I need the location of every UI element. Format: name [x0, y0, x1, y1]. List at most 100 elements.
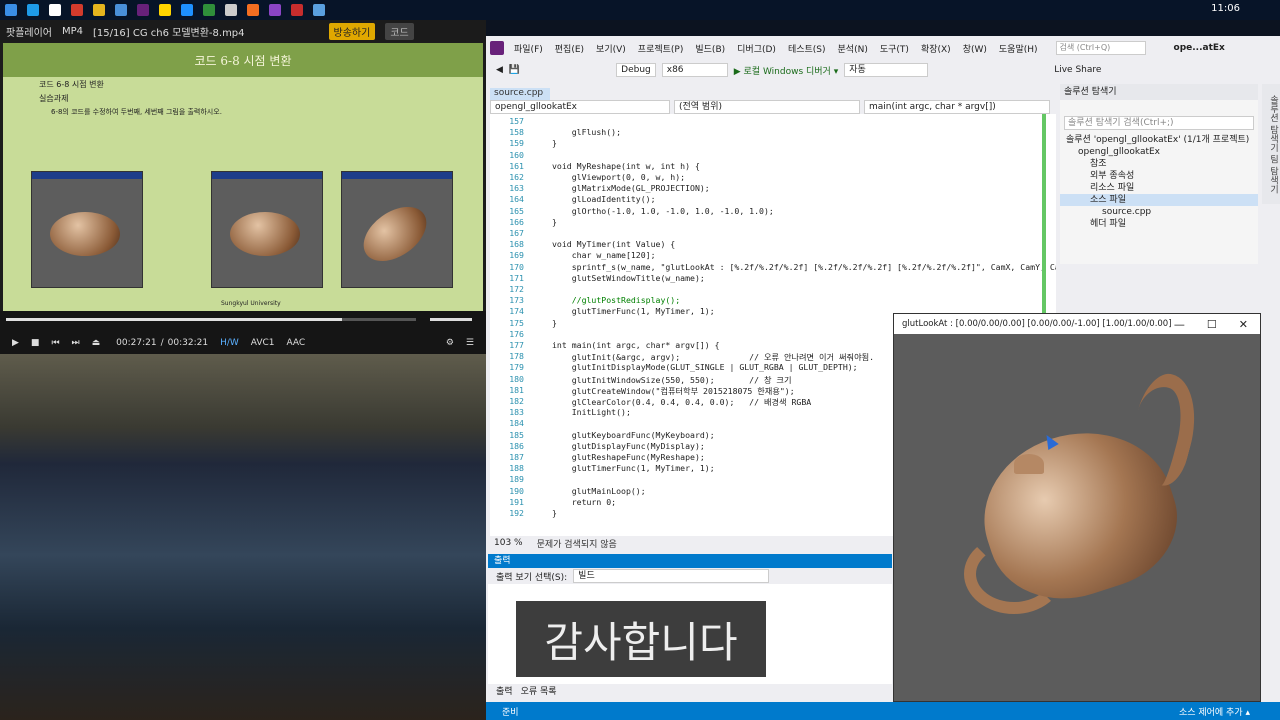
code-button[interactable]: 코드	[385, 22, 414, 40]
menu-edit[interactable]: 편집(E)	[555, 42, 584, 55]
menu-file[interactable]: 파일(F)	[514, 42, 543, 55]
menu-window[interactable]: 창(W)	[963, 42, 987, 55]
solution-tree-item[interactable]: 소스 파일	[1060, 194, 1258, 206]
app-icon[interactable]	[313, 4, 325, 16]
platform-dropdown[interactable]: x86	[661, 63, 728, 77]
solution-tree-item[interactable]: 솔루션 'opengl_gllookatEx' (1/1개 프로젝트)	[1060, 134, 1258, 146]
maximize-icon[interactable]: ☐	[1207, 318, 1217, 331]
seek-bar-remaining[interactable]	[342, 318, 416, 321]
code-line[interactable]: glutCreateWindow("컴퓨터학부 2015218075 한재용")…	[552, 385, 795, 397]
code-line[interactable]: }	[552, 508, 557, 518]
minimize-icon[interactable]: —	[1174, 318, 1185, 331]
app-icon[interactable]	[115, 4, 127, 16]
eject-icon[interactable]: ⏏	[92, 338, 101, 348]
solution-tree-item[interactable]: 리소스 파일	[1060, 182, 1258, 194]
code-line[interactable]: glutSetWindowTitle(w_name);	[552, 273, 705, 283]
solution-tree-item[interactable]: 외부 종속성	[1060, 170, 1258, 182]
menu-analyze[interactable]: 분석(N)	[838, 42, 868, 55]
issues-status[interactable]: 문제가 검색되지 않음	[537, 537, 617, 550]
app-icon[interactable]	[49, 4, 61, 16]
app-icon[interactable]	[203, 4, 215, 16]
code-line[interactable]: void MyReshape(int w, int h) {	[552, 161, 700, 171]
side-panel-tabs[interactable]: 솔루션 탐색기 팀 탐색기	[1262, 84, 1280, 204]
solution-tree-item[interactable]: source.cpp	[1060, 206, 1258, 218]
volume-slider[interactable]	[430, 318, 472, 321]
code-line[interactable]: glFlush();	[552, 127, 621, 137]
code-line[interactable]: void MyTimer(int Value) {	[552, 239, 675, 249]
code-line[interactable]: glutTimerFunc(1, MyTimer, 1);	[552, 463, 715, 473]
settings-icon[interactable]: ⚙	[446, 338, 454, 348]
stop-icon[interactable]: ■	[31, 338, 40, 348]
folder-icon[interactable]	[93, 4, 105, 16]
code-line[interactable]: glutInitDisplayMode(GLUT_SINGLE | GLUT_R…	[552, 362, 858, 372]
menu-icon[interactable]: ☰	[466, 338, 474, 348]
source-control-button[interactable]: 소스 제어에 추가 ▴	[1179, 705, 1250, 718]
code-line[interactable]: glViewport(0, 0, w, h);	[552, 172, 685, 182]
code-line[interactable]: }	[552, 217, 557, 227]
vs-search-input[interactable]: 검색 (Ctrl+Q)	[1055, 41, 1146, 55]
windows-icon[interactable]	[5, 4, 17, 16]
close-icon[interactable]: ✕	[1239, 318, 1248, 331]
nav-function-dropdown[interactable]: main(int argc, char * argv[])	[864, 100, 1050, 114]
config-dropdown[interactable]: Debug	[616, 63, 656, 77]
nav-scope-dropdown[interactable]: (전역 범위)	[674, 100, 860, 114]
back-icon[interactable]: ◀	[496, 65, 503, 75]
broadcast-button[interactable]: 방송하기	[328, 22, 376, 40]
code-line[interactable]: glutInitWindowSize(550, 550); // 창 크기	[552, 374, 792, 386]
code-line[interactable]: glutMainLoop();	[552, 486, 646, 496]
play-icon[interactable]: ▶	[12, 338, 19, 348]
code-line[interactable]: char w_name[120];	[552, 250, 656, 260]
code-line[interactable]: }	[552, 318, 557, 328]
auto-dropdown[interactable]: 자동	[844, 63, 929, 77]
tab-output[interactable]: 출력	[496, 684, 513, 698]
seek-bar[interactable]	[6, 318, 343, 321]
code-line[interactable]: InitLight();	[552, 407, 631, 417]
app-icon[interactable]	[181, 4, 193, 16]
code-line[interactable]: glutReshapeFunc(MyReshape);	[552, 452, 705, 462]
tab-error-list[interactable]: 오류 목록	[521, 684, 557, 698]
menu-extensions[interactable]: 확장(X)	[921, 42, 951, 55]
run-debugger-button[interactable]: ▶ 로컬 Windows 디버거 ▾	[734, 64, 838, 77]
output-select-dropdown[interactable]: 빌드	[573, 569, 770, 583]
code-line[interactable]: int main(int argc, char* argv[]) {	[552, 340, 720, 350]
menu-help[interactable]: 도움말(H)	[999, 42, 1038, 55]
player-app-name[interactable]: 팟플레이어	[6, 24, 52, 39]
code-line[interactable]: glLoadIdentity();	[552, 194, 656, 204]
code-line[interactable]: return 0;	[552, 497, 616, 507]
app-icon[interactable]	[71, 4, 83, 16]
code-line[interactable]: //glutPostRedisplay();	[552, 295, 680, 305]
app-icon[interactable]	[225, 4, 237, 16]
code-line[interactable]: glutTimerFunc(1, MyTimer, 1);	[552, 306, 715, 316]
code-line[interactable]: glClearColor(0.4, 0.4, 0.4, 0.0); // 배경색…	[552, 396, 812, 408]
edge-icon[interactable]	[27, 4, 39, 16]
menu-build[interactable]: 빌드(B)	[695, 42, 725, 55]
code-line[interactable]: glutDisplayFunc(MyDisplay);	[552, 441, 705, 451]
solution-tree-item[interactable]: 헤더 파일	[1060, 218, 1258, 230]
solution-search-input[interactable]: 솔루션 탐색기 검색(Ctrl+;)	[1064, 116, 1254, 130]
code-line[interactable]: glOrtho(-1.0, 1.0, -1.0, 1.0, -1.0, 1.0)…	[552, 206, 774, 216]
solution-tree-item[interactable]: 참조	[1060, 158, 1258, 170]
previous-icon[interactable]: ⏮	[51, 338, 59, 348]
app-icon[interactable]	[291, 4, 303, 16]
app-icon[interactable]	[269, 4, 281, 16]
nav-project-dropdown[interactable]: opengl_gllookatEx	[490, 100, 670, 114]
live-share-button[interactable]: Live Share	[1054, 65, 1101, 75]
menu-test[interactable]: 테스트(S)	[788, 42, 826, 55]
code-line[interactable]: glutInit(&argc, argv); // 오류 안나려면 이거 써줘야…	[552, 351, 874, 363]
code-line[interactable]: }	[552, 138, 557, 148]
slide-bullet: 6-8의 코드를 수정하여 두번째, 세번째 그림을 출력하시오.	[51, 108, 222, 116]
app-icon[interactable]	[247, 4, 259, 16]
menu-debug[interactable]: 디버그(D)	[737, 42, 776, 55]
visual-studio-icon[interactable]	[137, 4, 149, 16]
menu-view[interactable]: 보기(V)	[596, 42, 626, 55]
menu-project[interactable]: 프로젝트(P)	[638, 42, 684, 55]
code-line[interactable]: sprintf_s(w_name, "glutLookAt : [%.2f/%.…	[552, 262, 1056, 272]
save-icon[interactable]: 💾	[509, 65, 520, 75]
potplayer-icon[interactable]	[159, 4, 171, 16]
menu-tools[interactable]: 도구(T)	[880, 42, 909, 55]
zoom-level[interactable]: 103 %	[494, 538, 523, 548]
solution-tree-item[interactable]: opengl_gllookatEx	[1060, 146, 1258, 158]
code-line[interactable]: glutKeyboardFunc(MyKeyboard);	[552, 430, 715, 440]
code-line[interactable]: glMatrixMode(GL_PROJECTION);	[552, 183, 710, 193]
next-icon[interactable]: ⏭	[72, 338, 80, 348]
